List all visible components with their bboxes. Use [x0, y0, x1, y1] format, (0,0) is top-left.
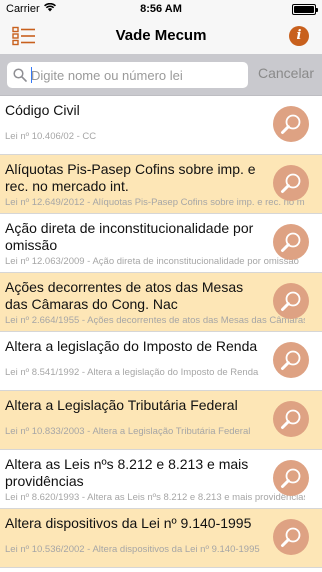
navigation-bar: Vade Mecum i: [0, 18, 322, 54]
law-subtitle: Lei nº 2.664/1955 - Ações decorrentes de…: [5, 315, 305, 326]
law-title: Altera dispositivos da Lei nº 9.140-1995: [5, 515, 252, 531]
law-subtitle: Lei nº 10.536/2002 - Altera dispositivos…: [5, 544, 260, 555]
row-search-button[interactable]: [273, 519, 309, 555]
row-search-button[interactable]: [273, 165, 309, 201]
list-item[interactable]: Altera dispositivos da Lei nº 9.140-1995…: [0, 509, 322, 568]
law-title: Código Civil: [5, 102, 80, 118]
list-item[interactable]: Alíquotas Pis-Pasep Cofins sobre imp. e …: [0, 155, 322, 214]
law-subtitle: Lei nº 12.649/2012 - Alíquotas Pis-Pasep…: [5, 197, 305, 208]
list-item[interactable]: Ações decorrentes de atos das Mesas das …: [0, 273, 322, 332]
row-search-button[interactable]: [273, 224, 309, 260]
law-title: Ação direta de inconstitucionalidade por…: [5, 220, 254, 253]
magnifier-icon: [281, 114, 301, 134]
law-subtitle: Lei nº 12.063/2009 - Ação direta de inco…: [5, 256, 299, 267]
search-icon: [13, 68, 27, 82]
law-title: Ações decorrentes de atos das Mesas das …: [5, 279, 244, 312]
battery-level: [294, 6, 314, 13]
law-subtitle: Lei nº 10.833/2003 - Altera a Legislação…: [5, 426, 251, 437]
magnifier-icon: [281, 527, 301, 547]
app-screen: Carrier 8:56 AM Vade Mecum i Digite nome…: [0, 0, 322, 572]
row-search-button[interactable]: [273, 342, 309, 378]
law-subtitle: Lei nº 8.541/1992 - Altera a legislação …: [5, 367, 259, 378]
list-item[interactable]: Ação direta de inconstitucionalidade por…: [0, 214, 322, 273]
page-title: Vade Mecum: [115, 27, 207, 44]
text-caret: [31, 67, 32, 83]
magnifier-icon: [281, 350, 301, 370]
magnifier-icon: [281, 409, 301, 429]
magnifier-icon: [281, 468, 301, 488]
row-search-button[interactable]: [273, 460, 309, 496]
magnifier-icon: [281, 173, 301, 193]
law-title: Altera a legislação do Imposto de Renda: [5, 338, 258, 354]
list-item[interactable]: Altera a legislação do Imposto de Renda …: [0, 332, 322, 391]
law-subtitle: Lei nº 8.620/1993 - Altera as Leis nºs 8…: [5, 492, 305, 503]
row-search-button[interactable]: [273, 401, 309, 437]
row-search-button[interactable]: [273, 106, 309, 142]
list-item[interactable]: Altera as Leis nºs 8.212 e 8.213 e mais …: [0, 450, 322, 509]
search-field[interactable]: [7, 62, 248, 88]
list-item[interactable]: Altera a Legislação Tributária Federal L…: [0, 391, 322, 450]
cancel-button[interactable]: Cancelar: [258, 65, 314, 81]
info-button[interactable]: i: [289, 26, 309, 46]
status-time: 8:56 AM: [140, 3, 182, 15]
law-subtitle: Lei nº 10.406/02 - CC: [5, 131, 97, 142]
info-icon: i: [296, 28, 302, 43]
list-item[interactable]: Código Civil Lei nº 10.406/02 - CC: [0, 96, 322, 155]
magnifier-icon: [281, 291, 301, 311]
law-list: Código Civil Lei nº 10.406/02 - CC Alíqu…: [0, 96, 322, 568]
search-bar: Cancelar: [0, 54, 322, 96]
battery-icon: [292, 4, 318, 15]
search-input[interactable]: [31, 62, 243, 88]
status-bar: Carrier 8:56 AM: [0, 0, 322, 18]
law-title: Alíquotas Pis-Pasep Cofins sobre imp. e …: [5, 161, 256, 194]
row-search-button[interactable]: [273, 283, 309, 319]
magnifier-icon: [281, 232, 301, 252]
law-title: Altera a Legislação Tributária Federal: [5, 397, 238, 413]
law-title: Altera as Leis nºs 8.212 e 8.213 e mais …: [5, 456, 249, 489]
